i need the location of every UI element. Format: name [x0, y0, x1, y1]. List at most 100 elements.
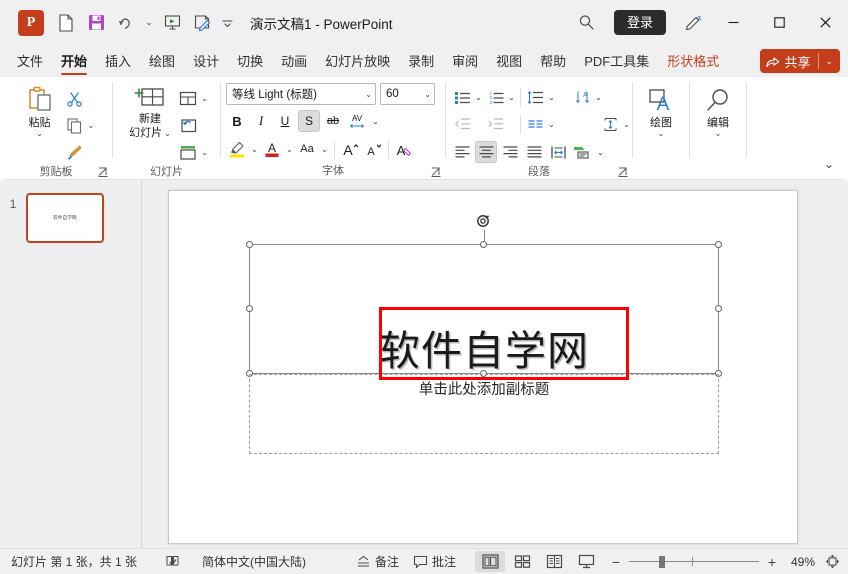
slide-canvas[interactable]: 软件自学网 单击此处添加副标题 — [168, 190, 798, 544]
slide-layout-button[interactable] — [177, 87, 199, 109]
drawing-chevron-down-icon[interactable]: ⌄ — [658, 130, 665, 138]
font-size-combobox[interactable]: 60 ⌄ — [380, 83, 435, 105]
bullets-chevron-down-icon[interactable]: ⌄ — [473, 93, 484, 102]
thumbnail-list-item[interactable]: 1 软件自学网 — [0, 193, 142, 243]
line-spacing-chevron-down-icon[interactable]: ⌄ — [546, 93, 557, 102]
italic-button[interactable]: I — [250, 110, 272, 132]
tab-animations[interactable]: 动画 — [272, 47, 316, 75]
tab-view[interactable]: 视图 — [487, 47, 531, 75]
align-center-button[interactable] — [475, 141, 497, 163]
rotate-handle-icon[interactable] — [475, 212, 493, 230]
align-right-button[interactable] — [499, 141, 521, 163]
align-left-button[interactable] — [451, 141, 473, 163]
ribbon-collapse-button[interactable]: ⌄ — [818, 154, 840, 174]
decrease-indent-button[interactable] — [451, 113, 473, 135]
undo-icon[interactable] — [112, 9, 140, 37]
comments-button[interactable]: 批注 — [406, 551, 463, 572]
minimize-button[interactable] — [710, 0, 756, 45]
tab-home[interactable]: 开始 — [52, 47, 96, 75]
close-button[interactable] — [802, 0, 848, 45]
tab-design[interactable]: 设计 — [184, 47, 228, 75]
section-chevron-down-icon[interactable]: ⌄ — [199, 148, 210, 157]
format-painter-button[interactable] — [64, 141, 86, 163]
share-chevron-down-icon[interactable]: ⌄ — [825, 56, 833, 67]
slide-thumbnail-1[interactable]: 软件自学网 — [26, 193, 104, 243]
zoom-out-button[interactable]: − — [609, 554, 623, 570]
paragraph-dialog-launcher-icon[interactable] — [617, 166, 629, 178]
text-highlight-chevron-down-icon[interactable]: ⌄ — [249, 145, 260, 154]
tab-transitions[interactable]: 切换 — [228, 47, 272, 75]
text-fit-button[interactable] — [547, 141, 569, 163]
copy-button[interactable] — [64, 114, 86, 136]
tab-file[interactable]: 文件 — [8, 47, 52, 75]
clear-formatting-button[interactable]: A — [393, 138, 415, 160]
slide-thumbnail-pane[interactable]: 1 软件自学网 — [0, 180, 142, 548]
editing-button[interactable]: 编辑 ⌄ — [695, 86, 741, 139]
tab-slideshow[interactable]: 幻灯片放映 — [316, 47, 399, 75]
tab-insert[interactable]: 插入 — [96, 47, 140, 75]
editing-chevron-down-icon[interactable]: ⌄ — [715, 130, 722, 138]
change-case-button[interactable]: Aa — [296, 138, 318, 160]
slide-count-status[interactable]: 幻灯片 第 1 张，共 1 张 — [4, 551, 144, 572]
save-icon[interactable] — [82, 9, 110, 37]
tab-help[interactable]: 帮助 — [531, 47, 575, 75]
clipboard-dialog-launcher-icon[interactable] — [97, 166, 109, 178]
subtitle-placeholder[interactable]: 单击此处添加副标题 — [249, 374, 719, 454]
normal-view-button[interactable] — [475, 551, 505, 572]
search-icon[interactable] — [570, 8, 604, 38]
font-dialog-launcher-icon[interactable] — [430, 166, 442, 178]
paste-chevron-down-icon[interactable]: ⌄ — [36, 130, 43, 138]
tab-record[interactable]: 录制 — [399, 47, 443, 75]
tab-draw[interactable]: 绘图 — [140, 47, 184, 75]
zoom-slider-thumb[interactable] — [659, 555, 665, 568]
zoom-in-button[interactable]: + — [765, 554, 779, 570]
section-button[interactable] — [177, 141, 199, 163]
start-from-current-slide-pen-icon[interactable] — [188, 9, 216, 37]
font-name-combobox[interactable]: 等线 Light (标题) ⌄ — [226, 83, 376, 105]
slide-canvas-area[interactable]: 软件自学网 单击此处添加副标题 — [143, 180, 848, 548]
share-button[interactable]: 共享 ⌄ — [760, 49, 840, 73]
fit-to-window-icon[interactable] — [825, 554, 840, 569]
align-justify-button[interactable] — [523, 141, 545, 163]
zoom-slider[interactable] — [629, 555, 759, 569]
drawing-button[interactable]: A 绘图 ⌄ — [638, 86, 684, 139]
zoom-level-label[interactable]: 49% — [785, 555, 815, 569]
slide-sorter-view-button[interactable] — [507, 551, 537, 572]
undo-dropdown-chevron-down-icon[interactable]: ⌄ — [142, 9, 156, 37]
new-file-icon[interactable] — [52, 9, 80, 37]
new-slide-chevron-down-icon[interactable]: ⌄ — [164, 130, 171, 138]
tab-shape-format[interactable]: 形状格式 — [658, 47, 728, 75]
font-color-chevron-down-icon[interactable]: ⌄ — [284, 145, 295, 154]
tab-pdf-tools[interactable]: PDF工具集 — [575, 47, 658, 75]
tab-review[interactable]: 审阅 — [443, 47, 487, 75]
pen-icon[interactable] — [676, 8, 710, 38]
language-status[interactable]: 简体中文(中国大陆) — [195, 551, 313, 572]
align-text-chevron-down-icon[interactable]: ⌄ — [621, 120, 632, 129]
new-slide-button[interactable]: 新建 幻灯片 ⌄ — [123, 84, 177, 142]
text-shadow-button[interactable]: S — [298, 110, 320, 132]
character-spacing-chevron-down-icon[interactable]: ⌄ — [370, 117, 381, 126]
convert-to-smartart-button[interactable] — [571, 141, 593, 163]
slide-title-text[interactable]: 软件自学网 — [250, 327, 718, 375]
decrease-font-size-button[interactable]: A — [362, 138, 384, 160]
bullets-button[interactable] — [451, 86, 473, 108]
columns-button[interactable] — [524, 113, 546, 135]
text-highlight-color-button[interactable] — [226, 138, 248, 160]
font-size-chevron-down-icon[interactable]: ⌄ — [420, 90, 431, 99]
slide-layout-chevron-down-icon[interactable]: ⌄ — [199, 94, 210, 103]
smartart-chevron-down-icon[interactable]: ⌄ — [595, 148, 606, 157]
line-spacing-button[interactable] — [524, 86, 546, 108]
copy-chevron-down-icon[interactable]: ⌄ — [86, 121, 97, 130]
paste-button[interactable]: 粘贴 ⌄ — [16, 84, 64, 139]
align-text-vertical-button[interactable] — [599, 113, 621, 135]
resize-handle-middle-right[interactable] — [715, 305, 722, 312]
notes-button[interactable]: 备注 — [349, 551, 406, 572]
cut-button[interactable] — [64, 87, 86, 109]
maximize-button[interactable] — [756, 0, 802, 45]
resize-handle-top-left[interactable] — [246, 241, 253, 248]
reset-slide-button[interactable] — [177, 114, 199, 136]
resize-handle-top-center[interactable] — [480, 241, 487, 248]
text-direction-button[interactable]: A — [571, 86, 593, 108]
text-direction-chevron-down-icon[interactable]: ⌄ — [593, 93, 604, 102]
strikethrough-button[interactable]: ab — [322, 110, 344, 132]
